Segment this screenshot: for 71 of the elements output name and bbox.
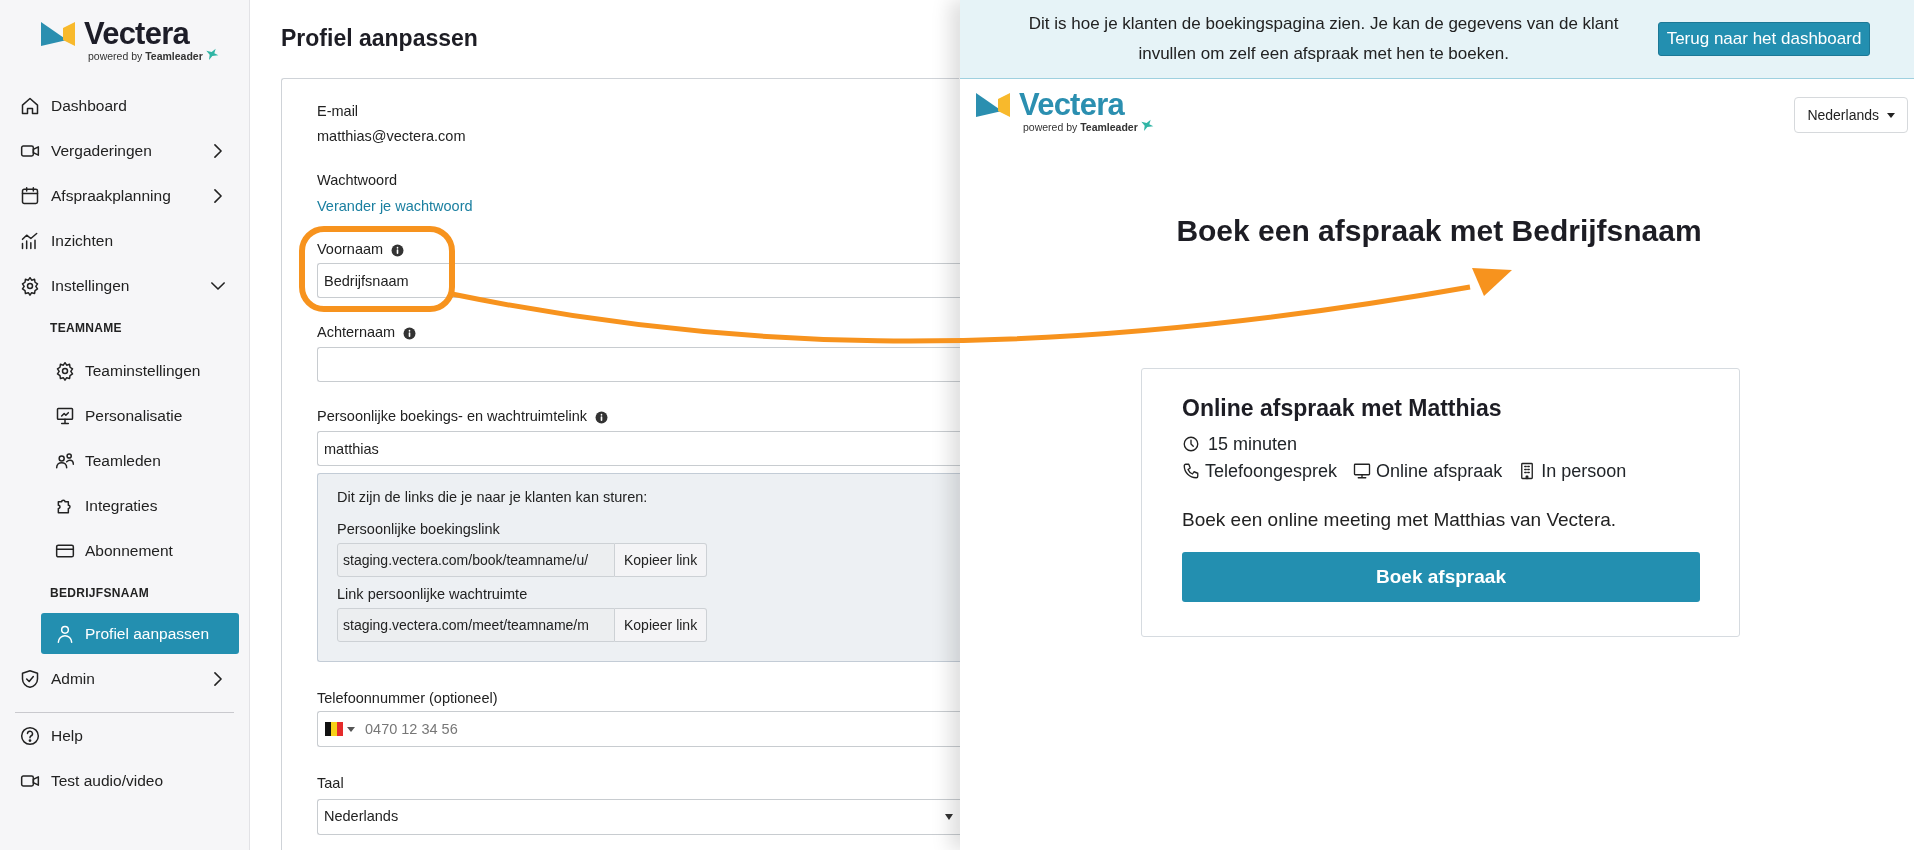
nav-item[interactable]: Inzichten — [0, 218, 249, 263]
calendar-icon — [20, 185, 40, 206]
settings-icon — [20, 275, 40, 296]
field-label: Voornaam — [317, 240, 384, 260]
logo-mark-icon — [40, 20, 76, 48]
monitor-icon — [55, 405, 75, 426]
appointment-description: Boek een online meeting met Matthias van Vectera. — [1182, 508, 1617, 532]
settings-icon — [55, 360, 75, 381]
appointment-title: Online afspraak met Matthias — [1182, 394, 1502, 422]
booking-heading: Boek een afspraak met Bedrijfsnaam — [1176, 213, 1702, 249]
language-select[interactable]: Nederlands — [317, 799, 960, 835]
input-field[interactable] — [317, 347, 960, 382]
nav-item[interactable]: Teamleden — [41, 438, 239, 483]
language-dropdown[interactable]: Nederlands — [1794, 97, 1908, 133]
meeting-mode: Online afspraak — [1376, 459, 1503, 483]
input-field[interactable]: Bedrijfsnaam — [317, 263, 960, 298]
email-value: matthias@vectera.com — [317, 127, 466, 146]
nav-item[interactable]: Test audio/video — [0, 758, 249, 803]
field-label: Persoonlijke boekings- en wachtruimtelink — [317, 407, 587, 427]
caret-icon — [945, 814, 953, 820]
link-field[interactable]: staging.vectera.com/book/teamname/u/ — [337, 543, 615, 577]
chart-icon — [20, 230, 40, 251]
nav-item[interactable]: Afspraakplanning — [0, 173, 249, 218]
person-icon — [55, 623, 75, 644]
nav-item[interactable]: Profiel aanpassen — [41, 613, 239, 654]
monitor-icon — [1353, 462, 1372, 480]
nav-item[interactable]: Instellingen — [0, 263, 249, 308]
logo-name: Vectera — [1019, 89, 1126, 120]
meeting-mode: Telefoongesprek — [1205, 459, 1338, 483]
meeting-mode: In persoon — [1541, 459, 1627, 483]
logo-tagline: powered by Teamleader — [1023, 121, 1138, 133]
field-label: Achternaam — [317, 323, 396, 343]
shield-icon — [20, 668, 40, 689]
copy-link-button[interactable]: Kopieer link — [615, 543, 708, 577]
home-icon — [20, 95, 40, 116]
logo-name: Vectera — [84, 18, 191, 49]
section-heading: TEAMNAME — [50, 320, 122, 337]
banner-text: Dit is hoe je klanten de boekingspagina zien. Je kan de gegevens van de klant invullen om zelf een afspraak met hen te boeken. — [1027, 13, 1620, 65]
duration-text: 15 minuten — [1208, 432, 1298, 456]
link-label: Link persoonlijke wachtruimte — [337, 585, 528, 604]
nav-item[interactable]: Personalisatie — [41, 393, 239, 438]
field-label: Telefoonnummer (optioneel) — [317, 689, 498, 709]
nav-item[interactable]: Vergaderingen — [0, 128, 249, 173]
caret-icon — [1887, 112, 1895, 118]
links-intro: Dit zijn de links die je naar je klanten kan sturen: — [337, 488, 648, 507]
help-icon — [20, 725, 40, 746]
caret-icon — [347, 726, 355, 732]
page-title: Profiel aanpassen — [281, 24, 478, 53]
book-appointment-button[interactable]: Boek afspraak — [1182, 552, 1700, 602]
nav-item[interactable]: Dashboard — [0, 83, 249, 128]
nav-item[interactable]: Admin — [0, 656, 249, 701]
input-field[interactable]: matthias — [317, 431, 960, 466]
link-field[interactable]: staging.vectera.com/meet/teamname/m — [337, 608, 615, 642]
nav-item[interactable]: Teaminstellingen — [41, 348, 239, 393]
nav-item[interactable]: Help — [0, 713, 249, 758]
clock-icon — [1182, 435, 1200, 453]
field-label: Wachtwoord — [317, 171, 398, 191]
link-label: Persoonlijke boekingslink — [337, 520, 500, 539]
nav-item[interactable]: Abonnement — [41, 528, 239, 573]
people-icon — [55, 450, 75, 471]
phone-icon — [1182, 462, 1200, 480]
logo-tagline: powered by Teamleader — [88, 50, 203, 62]
logo-mark-icon — [975, 91, 1011, 119]
back-to-dashboard-button[interactable]: Terug naar het dashboard — [1657, 22, 1871, 56]
change-password-link[interactable]: Verander je wachtwoord — [317, 196, 473, 216]
section-heading: BEDRIJFSNAAM — [50, 585, 149, 602]
field-label: Taal — [317, 774, 344, 794]
field-label: E-mail — [317, 102, 359, 122]
nav-item[interactable]: Integraties — [41, 483, 239, 528]
copy-link-button[interactable]: Kopieer link — [615, 608, 708, 642]
flag-icon — [325, 722, 343, 736]
